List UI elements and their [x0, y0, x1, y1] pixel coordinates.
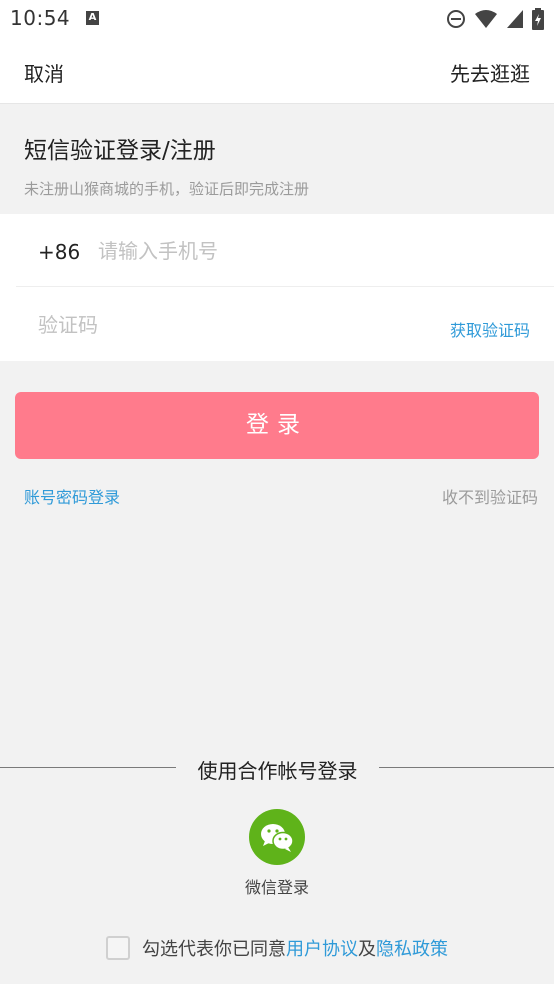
user-agreement-link[interactable]: 用户协议: [286, 939, 358, 960]
agreement-checkbox[interactable]: [106, 936, 130, 960]
phone-input[interactable]: [98, 236, 478, 266]
wifi-icon: [475, 10, 497, 28]
battery-icon: [532, 8, 544, 30]
cancel-button[interactable]: 取消: [24, 58, 64, 87]
code-row: 获取验证码: [16, 288, 554, 361]
do-not-disturb-icon: [447, 10, 465, 28]
divider: [0, 767, 176, 768]
verification-code-input[interactable]: [38, 310, 338, 340]
top-bar: 取消 先去逛逛: [0, 38, 554, 104]
agreement-text: 勾选代表你已同意用户协议及隐私政策: [142, 935, 448, 961]
status-icons: [446, 8, 544, 30]
wechat-login-label: 微信登录: [244, 878, 309, 897]
notification-a-icon: A: [86, 11, 99, 25]
status-time: 10:54: [10, 6, 71, 30]
agreement-prefix: 勾选代表你已同意: [142, 939, 286, 960]
signal-icon: [507, 10, 523, 28]
partner-login-title: 使用合作帐号登录: [197, 759, 358, 783]
wechat-icon: [261, 824, 294, 852]
login-form: +86 获取验证码: [0, 214, 554, 361]
phone-row: +86: [16, 214, 554, 287]
country-code[interactable]: +86: [38, 240, 80, 264]
password-login-link[interactable]: 账号密码登录: [24, 484, 120, 508]
wechat-login-button[interactable]: [249, 809, 305, 865]
agreement-joiner: 及: [358, 939, 376, 960]
login-button[interactable]: 登录: [15, 392, 539, 459]
agreement-row: 勾选代表你已同意用户协议及隐私政策: [0, 935, 554, 961]
divider: [379, 767, 554, 768]
status-bar: 10:54 A: [0, 0, 554, 38]
page-title: 短信验证登录/注册: [24, 138, 216, 164]
page-subtitle: 未注册山猴商城的手机，验证后即完成注册: [24, 180, 310, 198]
get-code-button[interactable]: 获取验证码: [450, 317, 530, 341]
privacy-policy-link[interactable]: 隐私政策: [376, 939, 448, 960]
no-code-link[interactable]: 收不到验证码: [442, 484, 538, 508]
browse-first-button[interactable]: 先去逛逛: [450, 58, 530, 87]
